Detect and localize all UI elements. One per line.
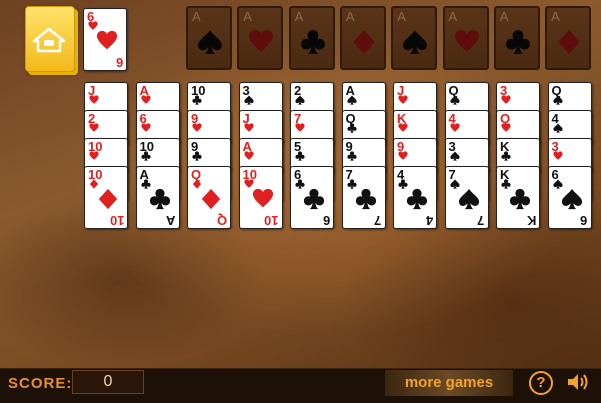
foundation-pile[interactable]: A <box>442 6 489 70</box>
foundation-pile[interactable]: A <box>186 6 232 70</box>
hearts-icon <box>140 95 151 104</box>
spades-icon <box>403 30 428 54</box>
foundation-pile[interactable]: A <box>237 6 284 70</box>
foundation-pile[interactable]: A <box>391 6 438 70</box>
speaker-icon <box>568 374 588 390</box>
spades-icon <box>198 30 222 54</box>
spades-icon <box>561 188 582 210</box>
tableau-card[interactable]: 77 <box>341 166 386 229</box>
hearts-icon <box>192 123 202 132</box>
foundation-rank: A <box>243 9 252 24</box>
hearts-icon <box>243 151 254 160</box>
spades-icon <box>552 95 563 105</box>
tableau-card[interactable]: 44 <box>393 166 437 229</box>
hearts-icon <box>89 123 99 132</box>
clubs-icon <box>501 151 511 161</box>
clubs-icon <box>192 151 202 161</box>
hearts-icon <box>398 123 408 132</box>
tableau-card[interactable]: 66 <box>547 166 592 229</box>
score-label: SCORE: <box>8 375 73 392</box>
home-button[interactable] <box>25 6 75 72</box>
sound-toggle[interactable] <box>566 372 590 397</box>
home-icon <box>32 27 66 53</box>
hearts-icon <box>501 123 511 132</box>
stock-card[interactable]: 66 <box>83 8 127 71</box>
card-rank-bottom: 6 <box>115 55 123 70</box>
card-rank-bottom: 6 <box>322 213 330 228</box>
hearts-icon <box>449 123 460 132</box>
tableau-card[interactable]: 10 10 <box>84 166 128 229</box>
hearts-icon <box>252 188 273 208</box>
clubs-icon <box>346 123 357 133</box>
spades-icon <box>449 95 460 105</box>
hearts-icon <box>454 30 479 52</box>
spades-icon <box>458 188 479 210</box>
hearts-icon <box>89 151 99 160</box>
diamonds-icon <box>201 188 221 210</box>
hearts-icon <box>140 123 151 132</box>
diamonds-icon <box>558 30 580 54</box>
more-games-button[interactable]: more games <box>385 370 513 396</box>
spades-icon <box>552 123 563 133</box>
diamonds-icon <box>98 188 118 210</box>
game-board: 66 AAAAAAAA J 2 10 10 10 A 6 10 A A 10 9 9 Q Q 3 J A 10 10 2… <box>0 0 601 403</box>
hearts-icon <box>96 30 118 50</box>
hearts-icon <box>243 123 254 132</box>
card-rank-bottom: Q <box>216 213 227 228</box>
tableau-card[interactable]: 10 10 <box>238 166 283 229</box>
clubs-icon <box>192 95 202 105</box>
foundation-pile[interactable]: A <box>545 6 592 70</box>
tableau-card[interactable]: 66 <box>290 166 334 229</box>
card-rank-bottom: 6 <box>580 213 588 228</box>
card-rank-bottom: 7 <box>374 213 382 228</box>
hearts-icon <box>249 30 274 52</box>
spades-icon <box>346 95 357 105</box>
card-rank-bottom: 10 <box>109 213 124 228</box>
foundation-pile[interactable]: A <box>493 6 540 70</box>
clubs-icon <box>406 188 428 210</box>
card-rank-bottom: 10 <box>264 213 279 228</box>
card-rank-bottom: K <box>526 213 536 228</box>
foundation-rank: A <box>294 9 304 24</box>
foundation-rank: A <box>448 9 458 24</box>
foundation-rank: A <box>499 9 509 24</box>
clubs-icon <box>355 188 376 210</box>
diamonds-icon <box>353 30 375 54</box>
hearts-icon <box>501 95 511 104</box>
tableau-card[interactable]: QQ <box>187 166 231 229</box>
card-rank-bottom: 4 <box>425 213 433 228</box>
clubs-icon <box>509 188 531 210</box>
foundation-rank: A <box>397 9 406 24</box>
tableau-card[interactable]: AA <box>135 166 180 229</box>
clubs-icon <box>346 151 357 161</box>
hearts-icon <box>295 123 305 132</box>
hearts-icon <box>398 151 408 160</box>
tableau-card[interactable]: KK <box>496 166 540 229</box>
foundation-rank: A <box>192 9 201 24</box>
spades-icon <box>449 151 460 161</box>
clubs-icon <box>295 151 305 161</box>
clubs-icon <box>303 188 325 210</box>
card-rank-bottom: 7 <box>477 213 485 228</box>
foundation-rank: A <box>345 9 355 24</box>
hearts-icon <box>552 151 563 160</box>
foundation-pile[interactable]: A <box>339 6 386 70</box>
clubs-icon <box>140 151 151 161</box>
foundation-pile[interactable]: A <box>288 6 335 70</box>
tableau-card[interactable]: 77 <box>444 166 489 229</box>
spades-icon <box>295 95 305 105</box>
spades-icon <box>243 95 254 105</box>
hearts-icon <box>398 95 408 104</box>
help-button[interactable]: ? <box>529 371 553 395</box>
hearts-icon <box>89 95 99 104</box>
clubs-icon <box>505 30 530 54</box>
score-value: 0 <box>72 370 144 394</box>
foundation-rank: A <box>551 9 560 24</box>
clubs-icon <box>300 30 325 54</box>
card-rank-bottom: A <box>166 213 176 228</box>
clubs-icon <box>149 188 170 210</box>
